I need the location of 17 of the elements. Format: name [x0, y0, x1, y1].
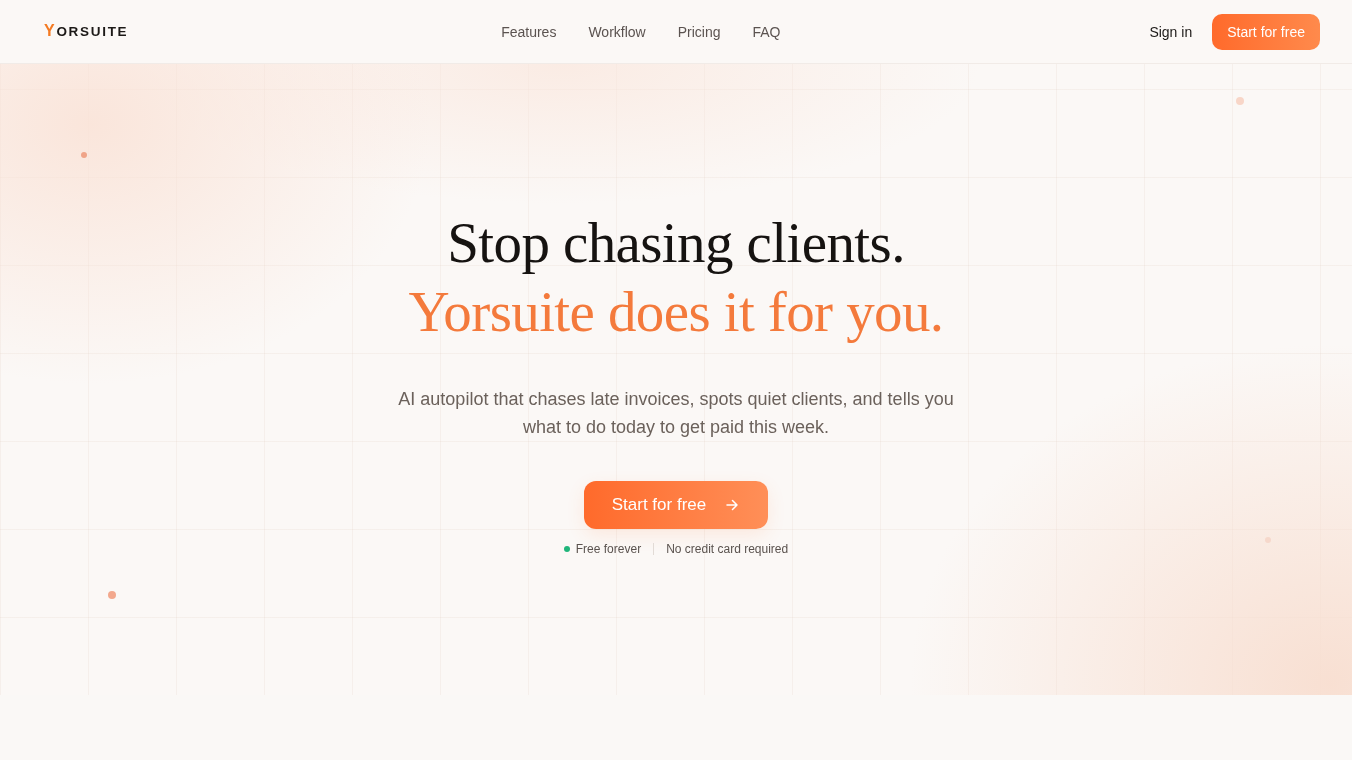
- arrow-right-icon: [726, 499, 739, 511]
- note-text: No credit card required: [666, 541, 789, 557]
- sign-in-link[interactable]: Sign in: [1149, 22, 1193, 41]
- hero-subtitle: AI autopilot that chases late invoices, spots quiet clients, and tells you what to do today to get paid this week.: [397, 388, 955, 439]
- status-dot-icon: [563, 546, 570, 552]
- hero-headline: Stop chasing clients.: [447, 210, 905, 276]
- nav-link[interactable]: Workflow: [588, 22, 646, 41]
- nav-link[interactable]: Pricing: [677, 22, 721, 41]
- dot-icon: [1265, 537, 1271, 543]
- logo[interactable]: YORSUITE: [44, 22, 129, 41]
- dot-icon: [1236, 97, 1244, 105]
- nav-link[interactable]: FAQ: [752, 22, 781, 41]
- dot-icon: [81, 152, 87, 158]
- dot-icon: [108, 591, 116, 599]
- hero-tagline: Yorsuite does it for you.: [408, 279, 944, 345]
- note-text: Free forever: [575, 541, 642, 557]
- nav-link[interactable]: Features: [501, 22, 557, 41]
